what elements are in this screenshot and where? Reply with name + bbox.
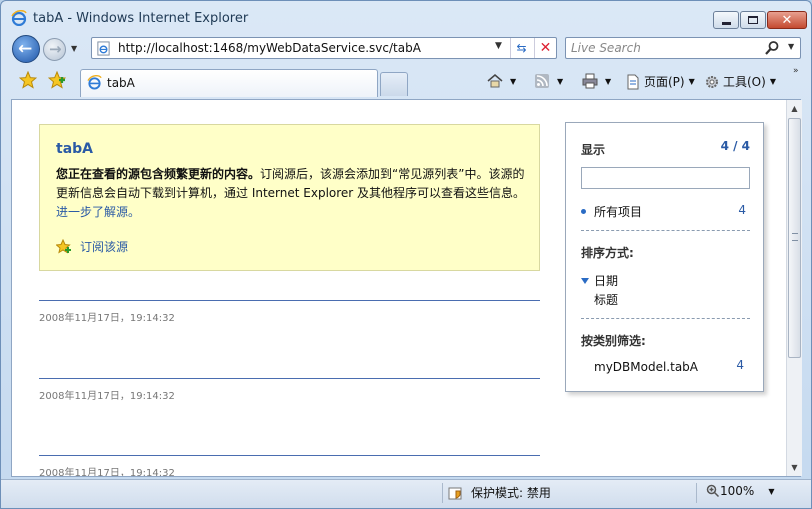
chevron-down-icon: ▼: [557, 76, 564, 86]
window-title: tabA - Windows Internet Explorer: [33, 11, 249, 26]
refresh-icon[interactable]: ⇆: [510, 38, 532, 58]
feed-filter-panel: 显示 4 / 4 所有项目 4 排序方式: 日期 标题 按类别筛选: myDBM…: [565, 122, 764, 392]
category-filter-item[interactable]: myDBModel.tabA: [594, 360, 698, 374]
entry-date: 2008年11月17日，19:14:32: [39, 391, 175, 402]
address-url[interactable]: http://localhost:1468/myWebDataService.s…: [118, 41, 421, 55]
chevron-down-icon: ▼: [605, 76, 612, 86]
sort-date-label: 日期: [594, 274, 619, 288]
browser-window: tabA - Windows Internet Explorer ✕ ← → ▼…: [0, 0, 812, 509]
feed-entry: 2008年11月17日，19:14:32: [39, 455, 540, 476]
new-tab-button[interactable]: [380, 72, 408, 96]
vertical-scrollbar[interactable]: ▲ ▼: [786, 100, 802, 476]
feeds-button[interactable]: ▼: [534, 73, 563, 89]
feed-entry: 2008年11月17日，19:14:32: [39, 378, 540, 402]
home-icon: [487, 74, 503, 88]
learn-more-link[interactable]: 进一步了解源。: [56, 205, 140, 219]
back-button[interactable]: ←: [12, 35, 40, 63]
filter-by-category-label: 按类别筛选:: [581, 334, 646, 348]
ie-logo-icon: [11, 10, 27, 26]
search-icon[interactable]: [764, 40, 780, 56]
all-items-filter[interactable]: 所有项目: [581, 203, 642, 220]
page-menu-label: 页面(P): [644, 75, 685, 89]
page-menu-icon: [627, 74, 639, 89]
minimize-button[interactable]: [713, 11, 739, 29]
category-count: 4: [736, 358, 744, 372]
favorites-star-icon[interactable]: [19, 71, 37, 89]
show-label: 显示: [581, 143, 606, 157]
minimize-icon: [721, 21, 731, 25]
feed-entry: 2008年11月17日，19:14:32: [39, 300, 540, 324]
scrollbar-thumb[interactable]: [788, 118, 801, 358]
close-button[interactable]: ✕: [767, 11, 807, 29]
subscribe-link[interactable]: 订阅该源: [80, 238, 128, 255]
stop-icon[interactable]: ✕: [534, 38, 556, 58]
status-bar: 保护模式: 禁用 100% ▼: [1, 479, 811, 508]
divider: [581, 318, 750, 319]
status-divider: [442, 483, 443, 503]
chevron-down-icon: ▼: [688, 77, 695, 86]
grip-icon: [792, 233, 798, 241]
zoom-control[interactable]: 100% ▼: [706, 484, 774, 498]
back-arrow-icon: ←: [18, 39, 33, 59]
subscribe-row[interactable]: 订阅该源: [56, 238, 128, 255]
forward-arrow-icon: →: [49, 40, 62, 58]
zoom-icon: [706, 484, 720, 498]
forward-button[interactable]: →: [43, 38, 66, 61]
sort-by-date[interactable]: 日期: [581, 272, 618, 289]
feed-description: 您正在查看的源包含频繁更新的内容。订阅源后，该源会添加到“常见源列表”中。该源的…: [56, 165, 526, 222]
zoom-level: 100%: [720, 484, 755, 498]
sort-by-label: 排序方式:: [581, 246, 634, 260]
chevron-down-icon: ▼: [510, 76, 517, 86]
tools-menu[interactable]: 工具(O) ▼: [704, 73, 776, 90]
all-items-label: 所有项目: [594, 205, 643, 219]
more-commands-chevron-icon[interactable]: »: [793, 66, 799, 76]
feed-info-box: tabA 您正在查看的源包含频繁更新的内容。订阅源后，该源会添加到“常见源列表”…: [39, 124, 540, 271]
entry-date: 2008年11月17日，19:14:32: [39, 468, 175, 477]
scroll-up-icon[interactable]: ▲: [787, 101, 802, 116]
tab-taba[interactable]: tabA: [80, 69, 378, 97]
page-viewport: tabA 您正在查看的源包含频繁更新的内容。订阅源后，该源会添加到“常见源列表”…: [11, 99, 801, 477]
feed-title: tabA: [56, 141, 93, 157]
home-button[interactable]: ▼: [487, 73, 516, 89]
print-icon: [582, 73, 598, 89]
search-input[interactable]: Live Search: [571, 41, 641, 55]
search-box[interactable]: Live Search ▼: [565, 37, 801, 59]
sort-descending-icon: [581, 277, 589, 284]
chevron-down-icon: ▼: [768, 486, 775, 496]
protected-mode-label: 保护模式: 禁用: [471, 486, 551, 500]
subscribe-star-icon: [56, 238, 71, 254]
scroll-down-icon[interactable]: ▼: [787, 460, 802, 475]
status-divider: [696, 483, 697, 503]
feed-notice-bold: 您正在查看的源包含频繁更新的内容。: [56, 167, 261, 181]
tab-label: tabA: [107, 76, 135, 90]
maximize-button[interactable]: [740, 11, 766, 29]
page-menu[interactable]: 页面(P) ▼: [625, 73, 695, 90]
show-count: 4 / 4: [720, 139, 750, 153]
maximize-icon: [748, 16, 758, 24]
gear-icon: [706, 75, 718, 88]
chevron-down-icon: ▼: [769, 77, 776, 86]
recent-pages-dropdown[interactable]: ▼: [71, 44, 77, 53]
bullet-icon: [581, 209, 586, 214]
sort-by-title[interactable]: 标题: [594, 291, 618, 308]
search-options-dropdown-icon[interactable]: ▼: [788, 42, 794, 51]
print-button[interactable]: ▼: [582, 73, 611, 89]
address-bar[interactable]: http://localhost:1468/myWebDataService.s…: [91, 37, 557, 59]
filter-search-input[interactable]: [581, 167, 750, 189]
divider: [581, 230, 750, 231]
entry-date: 2008年11月17日，19:14:32: [39, 313, 175, 324]
shield-icon: [448, 487, 462, 499]
tab-command-bar: tabA ▼ ▼ ▼ 页面(P) ▼ 工具(O) ▼ »: [1, 64, 811, 97]
title-bar: tabA - Windows Internet Explorer ✕: [1, 1, 811, 35]
protected-mode-status[interactable]: 保护模式: 禁用: [447, 484, 551, 501]
tools-menu-label: 工具(O): [723, 75, 766, 89]
ie-page-icon: [87, 75, 102, 90]
address-dropdown-icon[interactable]: ▼: [495, 41, 502, 51]
all-items-count: 4: [738, 203, 746, 217]
page-icon: [97, 41, 110, 56]
feed-icon: [535, 74, 549, 88]
add-favorites-icon[interactable]: [48, 71, 66, 89]
close-icon: ✕: [781, 12, 793, 28]
